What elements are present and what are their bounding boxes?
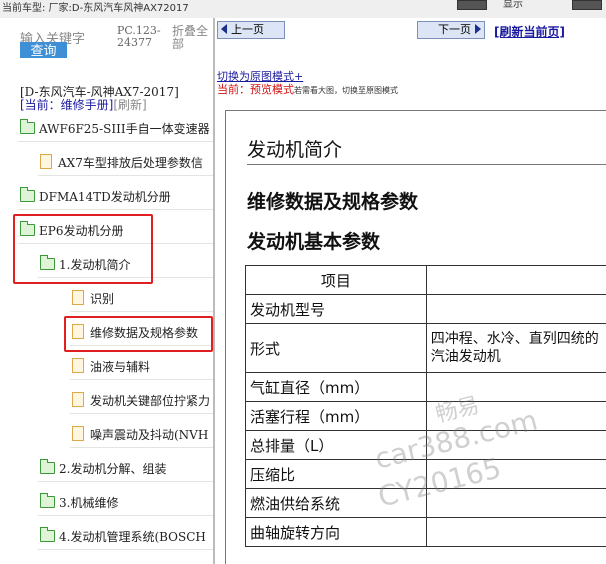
cell-item: 曲轴旋转方向	[245, 517, 427, 547]
table-header-item: 项目	[245, 265, 427, 295]
cell-value	[425, 294, 606, 324]
tree-item-label: 4.发动机管理系统(BOSCH	[59, 530, 206, 544]
tree-item-fluids[interactable]: 油液与辅料	[72, 357, 150, 377]
cell-item: 活塞行程（mm）	[245, 401, 427, 431]
arrow-right-icon	[475, 24, 481, 34]
current-manual-label: [当前：维修手册]	[20, 98, 114, 112]
cell-item: 形式	[245, 323, 427, 373]
table-row: 燃油供给系统	[245, 488, 606, 518]
cell-value	[425, 430, 606, 460]
cell-item: 气缸直径（mm）	[245, 372, 427, 402]
table-row: 曲轴旋转方向	[245, 517, 606, 547]
folder-icon	[20, 119, 35, 134]
tree-item-awf6f25[interactable]: AWF6F25-SIII手自一体变速器	[20, 119, 210, 139]
document-icon	[40, 154, 52, 169]
cell-value: 四冲程、水冷、直列四统的汽油发动机	[425, 323, 606, 373]
fold-all-link[interactable]: 折叠全部	[172, 25, 212, 51]
tree-item-label: 3.机械维修	[59, 496, 119, 510]
folder-icon	[40, 527, 55, 542]
tree-item-label: 识别	[90, 292, 115, 306]
cell-value	[425, 488, 606, 518]
tree-item-torque[interactable]: 发动机关键部位拧紧力	[72, 391, 210, 411]
document-icon	[72, 290, 84, 305]
tree-item-label: 噪声震动及抖动(NVH	[90, 428, 209, 442]
cell-value	[425, 459, 606, 489]
tree-item-label: DFMA14TD发动机分册	[39, 190, 171, 204]
tree-item-nvh[interactable]: 噪声震动及抖动(NVH	[72, 425, 208, 445]
cell-item: 压缩比	[245, 459, 427, 489]
preview-hint: 若需看大图，切换至原图模式	[294, 86, 398, 95]
refresh-page-link[interactable]: [刷新当前页]	[494, 23, 565, 40]
search-button[interactable]: 查询	[20, 42, 67, 58]
tree-item-engine-management[interactable]: 4.发动机管理系统(BOSCH	[40, 527, 206, 547]
engine-params-table: 项目 发动机型号 形式 四冲程、水冷、直列四统的汽油发动机 气缸直径（mm） 活…	[245, 265, 606, 547]
preview-mode: 预览模式	[250, 83, 294, 96]
tree-item-mechanical[interactable]: 3.机械维修	[40, 493, 118, 513]
cell-value	[425, 517, 606, 547]
refresh-tree-link[interactable]: [刷新]	[113, 98, 146, 112]
tree-item-disassembly[interactable]: 2.发动机分解、组装	[40, 459, 166, 479]
toolbar-button-1[interactable]	[457, 0, 487, 10]
table-row: 发动机型号	[245, 294, 606, 324]
folder-icon	[20, 187, 35, 202]
table-row: 总排量（L）	[245, 430, 606, 460]
table-row: 气缸直径（mm）	[245, 372, 606, 402]
title-divider	[247, 164, 606, 165]
next-page-button[interactable]: 下一页	[417, 21, 485, 39]
folder-icon	[40, 493, 55, 508]
table-header-row: 项目	[245, 265, 606, 295]
document-viewer: 上一页 下一页 [刷新当前页] 切换为原图模式+ 当前：预览模式若需看大图，切换…	[213, 18, 606, 564]
current-manual: [当前：维修手册][刷新]	[20, 99, 147, 112]
table-row: 活塞行程（mm）	[245, 401, 606, 431]
tree-item-label: 2.发动机分解、组装	[59, 462, 167, 476]
tree-item-dfma14td[interactable]: DFMA14TD发动机分册	[20, 187, 171, 207]
tree-item-label: AX7车型排放后处理参数信	[58, 156, 203, 170]
tree-item-identification[interactable]: 识别	[72, 289, 114, 309]
tree-item-label: 油液与辅料	[90, 360, 151, 374]
next-page-label: 下一页	[438, 23, 471, 36]
cell-item: 燃油供给系统	[245, 488, 427, 518]
cell-item: 总排量（L）	[245, 430, 427, 460]
tree-item-ax7-emission[interactable]: AX7车型排放后处理参数信	[40, 153, 203, 173]
preview-label: 当前：	[217, 83, 250, 96]
heading-basic-params: 发动机基本参数	[247, 231, 381, 253]
table-row: 形式 四冲程、水冷、直列四统的汽油发动机	[245, 323, 606, 373]
prev-page-label: 上一页	[231, 23, 264, 36]
document-icon	[72, 392, 84, 407]
toolbar-button-2[interactable]	[572, 0, 602, 10]
section-title: 发动机简介	[247, 139, 343, 161]
highlight-box-ep6	[13, 214, 153, 284]
tree-item-label: 发动机关键部位拧紧力	[90, 394, 211, 408]
document-icon	[72, 358, 84, 373]
cell-value	[425, 401, 606, 431]
tree-item-label: AWF6F25-SIII手自一体变速器	[39, 122, 210, 136]
table-row: 压缩比	[245, 459, 606, 489]
table-header-value	[425, 265, 606, 295]
arrow-left-icon	[221, 24, 227, 34]
toolbar-label: 显示	[503, 0, 523, 10]
cell-item: 发动机型号	[245, 294, 427, 324]
pc-code: PC.123-24377	[117, 24, 161, 49]
prev-page-button[interactable]: 上一页	[217, 21, 285, 39]
document-page: 发动机简介 维修数据及规格参数 发动机基本参数 项目 发动机型号 形式 四冲程、…	[225, 110, 606, 564]
current-car-label: 当前车型: 厂家:D-东风汽车风神AX72017	[2, 3, 189, 14]
left-tree-panel: 输入关键字 查询 PC.123-24377 折叠全部 [D-东风汽车-风神AX7…	[0, 18, 213, 564]
heading-repair-data: 维修数据及规格参数	[247, 191, 419, 213]
preview-mode-line: 当前：预览模式若需看大图，切换至原图模式	[217, 81, 398, 97]
cell-value	[425, 372, 606, 402]
folder-icon	[40, 459, 55, 474]
highlight-box-repair-data	[64, 316, 213, 352]
document-icon	[72, 426, 84, 441]
top-status-bar: 当前车型: 厂家:D-东风汽车风神AX72017 显示	[0, 0, 606, 18]
